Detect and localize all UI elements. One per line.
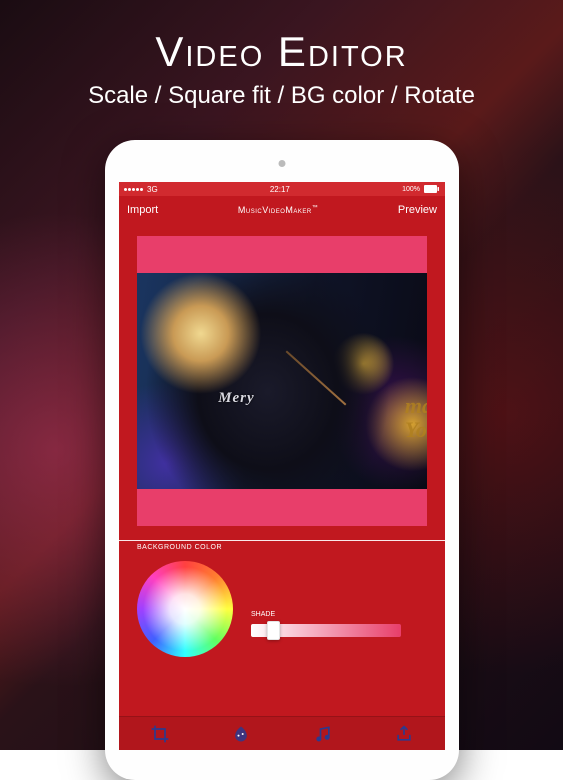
tab-crop[interactable]: [119, 717, 201, 750]
tab-bgcolor[interactable]: [201, 717, 283, 750]
signal-strength-icon: [124, 188, 143, 191]
bgcolor-section-label: BACKGROUND COLOR: [119, 541, 445, 551]
music-note-icon: [313, 724, 333, 744]
preview-button[interactable]: Preview: [398, 204, 437, 216]
nav-bar: Import MusicVideoMaker™ Preview: [119, 196, 445, 224]
tab-share[interactable]: [364, 717, 446, 750]
bgcolor-controls: SHADE: [119, 551, 445, 657]
divider: [119, 540, 445, 541]
device-camera: [279, 160, 286, 167]
import-button[interactable]: Import: [127, 204, 158, 216]
battery-icon: [424, 185, 440, 193]
app-title: MusicVideoMaker™: [238, 205, 318, 215]
tab-music[interactable]: [282, 717, 364, 750]
crop-icon: [150, 724, 170, 744]
image-background-text: maYot: [405, 394, 427, 442]
color-wheel[interactable]: [137, 561, 233, 657]
tablet-device: 3G 22:17 100% Import MusicVideoMaker™ Pr…: [105, 140, 459, 780]
tab-bar: [119, 716, 445, 750]
share-icon: [394, 724, 414, 744]
shade-slider[interactable]: [251, 624, 401, 637]
battery-percent: 100%: [402, 186, 420, 193]
promo-title: Video Editor: [0, 28, 563, 76]
video-canvas-frame[interactable]: Mery maYot: [137, 236, 427, 526]
canvas-area: Mery maYot: [119, 224, 445, 532]
video-preview-image: Mery maYot: [137, 273, 427, 489]
shade-slider-thumb[interactable]: [267, 621, 280, 640]
clock: 22:17: [270, 185, 290, 194]
carrier-label: 3G: [147, 185, 158, 194]
app-screen: 3G 22:17 100% Import MusicVideoMaker™ Pr…: [119, 182, 445, 750]
shade-label: SHADE: [251, 611, 427, 618]
status-bar: 3G 22:17 100%: [119, 182, 445, 196]
promo-subtitle: Scale / Square fit / BG color / Rotate: [0, 82, 563, 110]
image-overlay-text: Mery: [218, 390, 255, 407]
paint-icon: [231, 724, 251, 744]
